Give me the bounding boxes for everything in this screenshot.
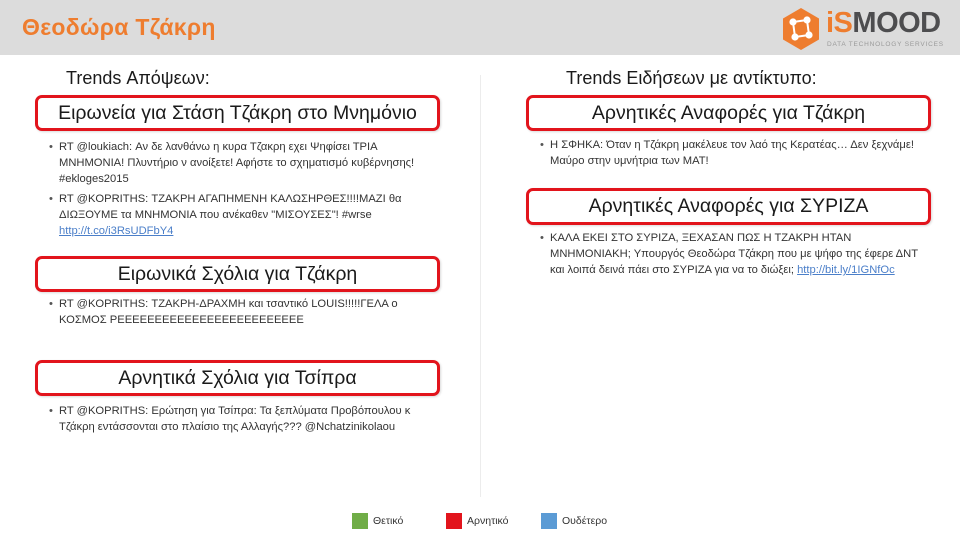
news-link[interactable]: http://bit.ly/1IGNfOc: [797, 264, 895, 276]
trend-box-negative-syriza: Αρνητικές Αναφορές για ΣΥΡΙΖΑ: [526, 188, 931, 225]
logo-tagline: DATA TECHNOLOGY SERVICES: [827, 41, 944, 48]
trend-list-negative-syriza: ΚΑΛΑ ΕΚΕΙ ΣΤΟ ΣΥΡΙΖΑ, ΞΕΧΑΣΑΝ ΠΩΣ Η ΤΖΑΚ…: [540, 230, 930, 282]
trend-list-ironic-comments: RT @KOPRITHS: ΤΖΑΚΡΗ-ΔΡΑΧΜΗ και τσαντικό…: [49, 296, 439, 332]
list-item: Η ΣΦΗΚΑ: Όταν η Τζάκρη μακέλευε τον λαό …: [540, 137, 930, 169]
column-divider: [480, 75, 481, 497]
logo-wordmark: iSMOOD: [826, 7, 941, 39]
trend-box-negative-tzakri: Αρνητικές Αναφορές για Τζάκρη: [526, 95, 931, 131]
trend-box-ironic-comments: Ειρωνικά Σχόλια για Τζάκρη: [35, 256, 440, 292]
legend-swatch-positive: [352, 513, 368, 529]
trend-list-negative-tsipras: RT @KOPRITHS: Ερώτηση για Τσίπρα: Τα ξεπ…: [49, 403, 439, 439]
trend-list-irony-memorandum: RT @loukiach: Αν δε λανθάνω η κυρα Τζακρ…: [49, 139, 439, 243]
tweet-link[interactable]: http://t.co/i3RsUDFbY4: [59, 225, 173, 237]
trend-box-negative-tsipras: Αρνητικά Σχόλια για Τσίπρα: [35, 360, 440, 396]
news-trends-heading: Trends Ειδήσεων με αντίκτυπο:: [566, 68, 817, 88]
trend-list-negative-tzakri: Η ΣΦΗΚΑ: Όταν η Τζάκρη μακέλευε τον λαό …: [540, 137, 930, 173]
header-bar: Θεοδώρα Τζάκρη iSMOOD DATA TECHNOLOGY SE…: [0, 0, 960, 55]
legend-swatch-neutral: [541, 513, 557, 529]
list-item: ΚΑΛΑ ΕΚΕΙ ΣΤΟ ΣΥΡΙΖΑ, ΞΕΧΑΣΑΝ ΠΩΣ Η ΤΖΑΚ…: [540, 230, 930, 278]
hexagon-network-icon: [783, 8, 819, 50]
list-item: RT @KOPRITHS: Ερώτηση για Τσίπρα: Τα ξεπ…: [49, 403, 439, 435]
trend-box-irony-memorandum: Ειρωνεία για Στάση Τζάκρη στο Μνημόνιο: [35, 95, 440, 131]
ismood-logo: iSMOOD DATA TECHNOLOGY SERVICES: [781, 6, 946, 51]
list-item: RT @KOPRITHS: ΤΖΑΚΡΗ-ΔΡΑΧΜΗ και τσαντικό…: [49, 296, 439, 328]
legend-swatch-negative: [446, 513, 462, 529]
page-title: Θεοδώρα Τζάκρη: [22, 14, 216, 40]
list-item: RT @KOPRITHS: ΤΖΑΚΡΗ ΑΓΑΠΗΜΕΝΗ ΚΑΛΩΣΗΡΘΕ…: [49, 191, 439, 239]
list-item: RT @loukiach: Αν δε λανθάνω η κυρα Τζακρ…: [49, 139, 439, 187]
opinion-trends-heading: Trends Απόψεων:: [66, 68, 210, 88]
